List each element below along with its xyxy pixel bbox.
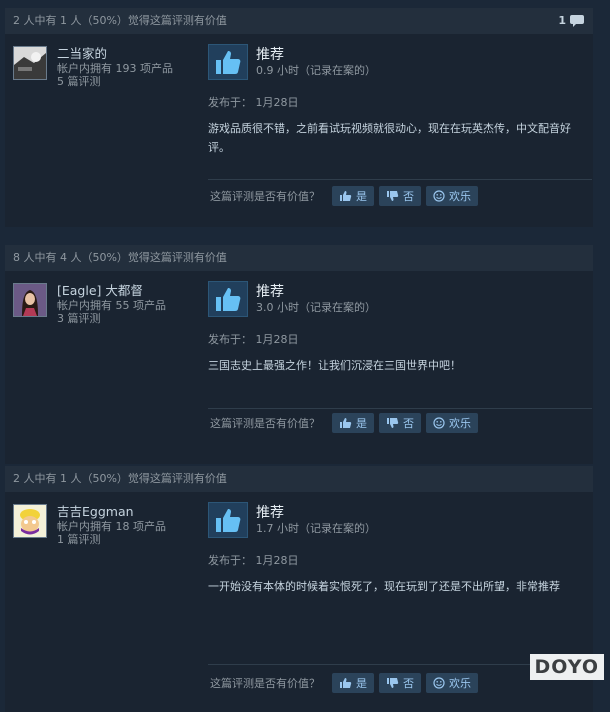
review-header: 2 人中有 1 人（50%）觉得这篇评测有价值 1 (5, 8, 593, 34)
vote-funny-label: 欢乐 (449, 417, 471, 430)
thumbs-down-icon (387, 418, 399, 428)
vote-row: 这篇评测是否有价值？ 是 否 欢乐 (208, 413, 483, 433)
thumbs-up-icon (340, 678, 352, 688)
vote-yes-label: 是 (356, 677, 367, 690)
smiley-icon (433, 190, 445, 202)
review-text: 游戏品质很不错，之前看试玩视频就很动心，现在在玩英杰传，中文配音好评。 (208, 122, 571, 154)
posted-date: 发布于： 1月28日 (208, 333, 299, 346)
vote-yes-button[interactable]: 是 (332, 673, 374, 693)
smiley-icon (433, 417, 445, 429)
vote-no-button[interactable]: 否 (379, 413, 421, 433)
vote-row: 这篇评测是否有价值？ 是 否 欢乐 (208, 673, 483, 693)
thumbs-down-icon (387, 191, 399, 201)
comment-count-value: 1 (558, 14, 566, 27)
avatar[interactable] (13, 283, 47, 317)
review-text: 三国志史上最强之作！让我们沉浸在三国世界中吧！ (208, 359, 461, 372)
author-block: [Eagle] 大都督 帐户内拥有 55 项产品 3 篇评测 (13, 283, 166, 325)
thumbs-up-icon (208, 281, 248, 317)
recommendation-label[interactable]: 推荐 (256, 46, 376, 64)
vote-funny-label: 欢乐 (449, 190, 471, 203)
vote-no-button[interactable]: 否 (379, 673, 421, 693)
products-owned[interactable]: 帐户内拥有 55 项产品 (57, 299, 166, 312)
vote-no-label: 否 (403, 190, 414, 203)
helpful-summary: 2 人中有 1 人（50%）觉得这篇评测有价值 (13, 14, 227, 27)
recommendation-label[interactable]: 推荐 (256, 283, 376, 301)
review-body: 吉吉Eggman 帐户内拥有 18 项产品 1 篇评测 推荐 1.7 小时（记录… (5, 492, 593, 712)
thumbs-up-icon (340, 418, 352, 428)
review-count[interactable]: 3 篇评测 (57, 312, 166, 325)
vote-funny-button[interactable]: 欢乐 (426, 186, 478, 206)
comment-count[interactable]: 1 (558, 8, 585, 34)
vote-yes-label: 是 (356, 190, 367, 203)
vote-question: 这篇评测是否有价值？ (210, 417, 320, 430)
vote-question: 这篇评测是否有价值？ (210, 677, 320, 690)
products-owned[interactable]: 帐户内拥有 193 项产品 (57, 62, 173, 75)
review-header: 2 人中有 1 人（50%）觉得这篇评测有价值 (5, 466, 593, 492)
smiley-icon (433, 677, 445, 689)
products-owned[interactable]: 帐户内拥有 18 项产品 (57, 520, 166, 533)
vote-funny-label: 欢乐 (449, 677, 471, 690)
vote-funny-button[interactable]: 欢乐 (426, 413, 478, 433)
vote-no-label: 否 (403, 677, 414, 690)
speech-bubble-icon (570, 15, 584, 27)
playtime: 3.0 小时（记录在案的） (256, 301, 376, 314)
vote-funny-button[interactable]: 欢乐 (426, 673, 478, 693)
review-card: 8 人中有 4 人（50%）觉得这篇评测有价值 [Eagle] 大都督 帐户内拥… (5, 245, 593, 464)
review-card: 2 人中有 1 人（50%）觉得这篇评测有价值 1 二当家的 帐户内拥有 193… (5, 8, 593, 227)
thumbs-up-icon (208, 502, 248, 538)
review-body: [Eagle] 大都督 帐户内拥有 55 项产品 3 篇评测 推荐 3.0 小时… (5, 271, 593, 464)
vote-yes-button[interactable]: 是 (332, 186, 374, 206)
author-name[interactable]: 吉吉Eggman (57, 504, 166, 520)
helpful-summary: 8 人中有 4 人（50%）觉得这篇评测有价值 (13, 251, 227, 264)
avatar[interactable] (13, 504, 47, 538)
posted-date: 发布于： 1月28日 (208, 96, 299, 109)
review-content: 推荐 1.7 小时（记录在案的） 发布于： 1月28日 一开始没有本体的时候着实… (208, 502, 592, 596)
review-card: 2 人中有 1 人（50%）觉得这篇评测有价值 吉吉Eggman 帐户内拥有 1… (5, 466, 593, 712)
review-text: 一开始没有本体的时候着实恨死了，现在玩到了还是不出所望，非常推荐 (208, 580, 560, 593)
review-content: 推荐 0.9 小时（记录在案的） 发布于： 1月28日 游戏品质很不错，之前看试… (208, 44, 592, 157)
playtime: 1.7 小时（记录在案的） (256, 522, 376, 535)
vote-yes-button[interactable]: 是 (332, 413, 374, 433)
review-body: 二当家的 帐户内拥有 193 项产品 5 篇评测 推荐 0.9 小时（记录在案的… (5, 34, 593, 227)
divider (208, 179, 592, 180)
posted-date: 发布于： 1月28日 (208, 554, 299, 567)
avatar[interactable] (13, 46, 47, 80)
author-block: 吉吉Eggman 帐户内拥有 18 项产品 1 篇评测 (13, 504, 166, 546)
thumbs-up-icon (208, 44, 248, 80)
author-name[interactable]: 二当家的 (57, 46, 173, 62)
vote-no-label: 否 (403, 417, 414, 430)
review-count[interactable]: 1 篇评测 (57, 533, 166, 546)
playtime: 0.9 小时（记录在案的） (256, 64, 376, 77)
review-count[interactable]: 5 篇评测 (57, 75, 173, 88)
helpful-summary: 2 人中有 1 人（50%）觉得这篇评测有价值 (13, 472, 227, 485)
divider (208, 408, 592, 409)
recommendation-label[interactable]: 推荐 (256, 504, 376, 522)
vote-yes-label: 是 (356, 417, 367, 430)
vote-question: 这篇评测是否有价值？ (210, 190, 320, 203)
thumbs-down-icon (387, 678, 399, 688)
author-name[interactable]: [Eagle] 大都督 (57, 283, 166, 299)
watermark-logo: DOYO (529, 654, 604, 680)
vote-row: 这篇评测是否有价值？ 是 否 欢乐 (208, 186, 483, 206)
author-block: 二当家的 帐户内拥有 193 项产品 5 篇评测 (13, 46, 173, 88)
review-header: 8 人中有 4 人（50%）觉得这篇评测有价值 (5, 245, 593, 271)
vote-no-button[interactable]: 否 (379, 186, 421, 206)
review-content: 推荐 3.0 小时（记录在案的） 发布于： 1月28日 三国志史上最强之作！让我… (208, 281, 592, 375)
thumbs-up-icon (340, 191, 352, 201)
